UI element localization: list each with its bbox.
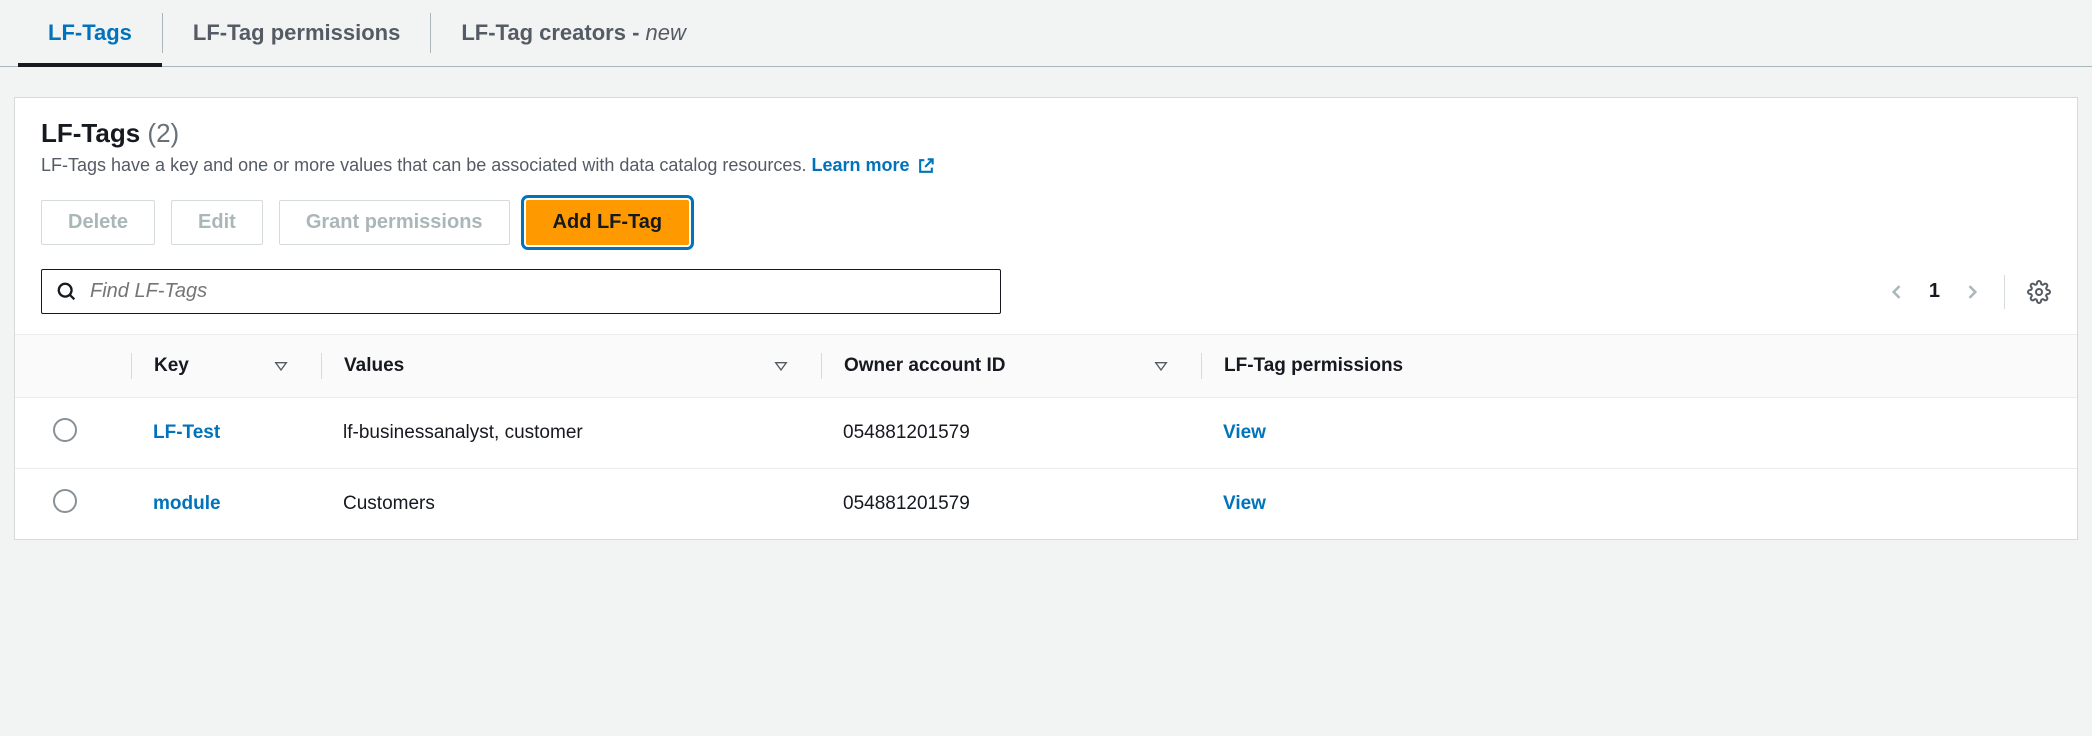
grant-permissions-button[interactable]: Grant permissions [279, 200, 510, 245]
pagination: 1 [1887, 275, 2051, 309]
delete-button[interactable]: Delete [41, 200, 155, 245]
col-values-label: Values [344, 355, 404, 377]
row-select-radio[interactable] [53, 489, 77, 513]
tabs-bar: LF-Tags LF-Tag permissions LF-Tag creato… [0, 0, 2092, 67]
col-header-key[interactable]: Key [115, 335, 305, 398]
row-owner: 054881201579 [843, 493, 970, 514]
tab-lf-tag-creators[interactable]: LF-Tag creators - new [431, 0, 716, 66]
sort-icon [773, 358, 789, 374]
row-values: Customers [343, 493, 435, 514]
learn-more-label: Learn more [811, 155, 909, 176]
search-box[interactable] [41, 269, 1001, 314]
page-next-button[interactable] [1962, 282, 1982, 302]
col-key-label: Key [154, 355, 189, 377]
tab-new-badge: new [646, 20, 686, 45]
col-header-permissions: LF-Tag permissions [1185, 335, 2077, 398]
tools-row: 1 [15, 263, 2077, 334]
lf-tags-panel: LF-Tags (2) LF-Tags have a key and one o… [14, 97, 2078, 540]
page-subtitle: LF-Tags have a key and one or more value… [41, 155, 2051, 176]
tab-lf-tags[interactable]: LF-Tags [18, 0, 162, 66]
table-row: module Customers 054881201579 View [15, 469, 2077, 540]
edit-button[interactable]: Edit [171, 200, 263, 245]
tab-lf-tag-permissions[interactable]: LF-Tag permissions [163, 0, 430, 66]
col-perms-label: LF-Tag permissions [1224, 355, 1403, 377]
row-key-link[interactable]: module [153, 493, 221, 514]
page-title-text: LF-Tags [41, 118, 140, 148]
panel-header: LF-Tags (2) LF-Tags have a key and one o… [15, 98, 2077, 186]
sort-icon [273, 358, 289, 374]
gear-icon[interactable] [2027, 280, 2051, 304]
row-view-link[interactable]: View [1223, 493, 1266, 514]
page-title: LF-Tags (2) [41, 118, 2051, 149]
search-icon [56, 281, 78, 303]
page-prev-button[interactable] [1887, 282, 1907, 302]
pager-separator [2004, 275, 2005, 309]
col-header-values[interactable]: Values [305, 335, 805, 398]
row-values: lf-businessanalyst, customer [343, 422, 583, 443]
row-view-link[interactable]: View [1223, 422, 1266, 443]
search-input[interactable] [90, 280, 986, 303]
subtitle-text: LF-Tags have a key and one or more value… [41, 155, 806, 175]
col-header-owner[interactable]: Owner account ID [805, 335, 1185, 398]
page-title-count: (2) [147, 118, 179, 148]
lf-tags-table: Key Values Owner account ID LF-Tag permi… [15, 334, 2077, 539]
action-buttons: Delete Edit Grant permissions Add LF-Tag [15, 186, 2077, 263]
row-select-radio[interactable] [53, 418, 77, 442]
table-row: LF-Test lf-businessanalyst, customer 054… [15, 398, 2077, 469]
tab-lf-tag-creators-label: LF-Tag creators - [461, 20, 645, 45]
row-key-link[interactable]: LF-Test [153, 422, 220, 443]
learn-more-link[interactable]: Learn more [811, 155, 935, 176]
external-link-icon [916, 156, 936, 176]
add-lf-tag-button[interactable]: Add LF-Tag [526, 200, 690, 245]
col-owner-label: Owner account ID [844, 355, 1006, 377]
sort-icon [1153, 358, 1169, 374]
row-owner: 054881201579 [843, 422, 970, 443]
page-number: 1 [1929, 280, 1940, 303]
